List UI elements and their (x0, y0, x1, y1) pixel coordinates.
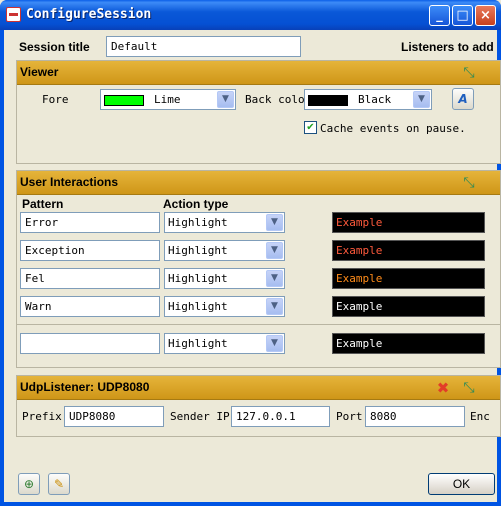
action-type-value: Highlight (168, 300, 228, 313)
chevron-down-icon[interactable]: ▼ (266, 214, 283, 231)
action-type-column-label: Action type (163, 197, 229, 211)
chevron-down-icon[interactable]: ▼ (266, 335, 283, 352)
udp-listener-section-title: UdpListener: UDP8080 (20, 380, 150, 394)
new-pattern-input[interactable] (20, 333, 160, 354)
interactions-section-header[interactable]: User Interactions ⤡ (17, 171, 500, 195)
pattern-input[interactable]: Error (20, 212, 160, 233)
action-type-value: Highlight (168, 216, 228, 229)
action-type-value: Highlight (168, 337, 228, 350)
action-type-combo[interactable]: Highlight ▼ (164, 212, 285, 233)
interactions-section-title: User Interactions (20, 175, 119, 189)
viewer-section-title: Viewer (20, 65, 59, 79)
action-type-combo[interactable]: Highlight ▼ (164, 268, 285, 289)
chevron-down-icon[interactable]: ▼ (413, 91, 430, 108)
close-button[interactable]: × (475, 5, 496, 26)
port-input[interactable]: 8080 (365, 406, 465, 427)
back-color-label: Back color (245, 93, 312, 106)
session-title-label: Session title (19, 40, 90, 54)
fore-color-combo[interactable]: Lime ▼ (100, 89, 236, 110)
pattern-column-label: Pattern (22, 197, 64, 211)
add-listener-icon[interactable]: ⊕ (18, 473, 40, 495)
pattern-input[interactable]: Fel (20, 268, 160, 289)
viewer-section: Viewer ⤡ (16, 60, 501, 164)
sender-ip-input[interactable]: 127.0.0.1 (231, 406, 330, 427)
cache-events-label: Cache events on pause. (320, 122, 466, 135)
window-title: ConfigureSession (26, 7, 152, 22)
action-type-value: Highlight (168, 272, 228, 285)
fore-color-swatch (104, 94, 144, 106)
collapse-icon[interactable]: ⤡ (461, 380, 477, 396)
action-type-combo[interactable]: Highlight ▼ (164, 296, 285, 317)
action-type-value: Highlight (168, 244, 228, 257)
title-bar[interactable]: ConfigureSession _ □ × (0, 0, 501, 30)
app-icon (6, 7, 21, 22)
example-preview: Example (332, 296, 485, 317)
remove-icon[interactable]: ✖ (435, 380, 451, 396)
prefix-label: Prefix (22, 410, 62, 423)
chevron-down-icon[interactable]: ▼ (266, 270, 283, 287)
fore-color-value: Lime (154, 93, 181, 106)
dialog-window: ConfigureSession _ □ × Session title Def… (0, 0, 501, 506)
ok-button[interactable]: OK (428, 473, 495, 495)
maximize-button[interactable]: □ (452, 5, 473, 26)
font-icon[interactable]: A (452, 88, 474, 110)
chevron-down-icon[interactable]: ▼ (217, 91, 234, 108)
fore-color-label: Fore (42, 93, 69, 106)
back-color-swatch (308, 94, 348, 106)
cache-events-checkbox[interactable]: ✔ (304, 121, 317, 134)
sender-ip-label: Sender IP (170, 410, 230, 423)
example-preview: Example (332, 268, 485, 289)
example-preview: Example (332, 240, 485, 261)
chevron-down-icon[interactable]: ▼ (266, 298, 283, 315)
back-color-combo[interactable]: Black ▼ (304, 89, 432, 110)
new-example-preview: Example (332, 333, 485, 354)
back-color-value: Black (358, 93, 392, 106)
encoding-label: Enc (470, 410, 490, 423)
port-label: Port (336, 410, 363, 423)
action-type-combo[interactable]: Highlight ▼ (164, 240, 285, 261)
listeners-to-add-label: Listeners to add (401, 40, 494, 54)
minimize-button[interactable]: _ (429, 5, 450, 26)
chevron-down-icon[interactable]: ▼ (266, 242, 283, 259)
pattern-input[interactable]: Exception (20, 240, 160, 261)
row-divider (17, 324, 501, 325)
collapse-icon[interactable]: ⤡ (461, 175, 477, 191)
pattern-input[interactable]: Warn (20, 296, 160, 317)
session-title-input[interactable]: Default (106, 36, 301, 57)
new-action-type-combo[interactable]: Highlight ▼ (164, 333, 285, 354)
udp-listener-section-header[interactable]: UdpListener: UDP8080 ✖ ⤡ (17, 376, 500, 400)
viewer-section-header[interactable]: Viewer ⤡ (17, 61, 500, 85)
open-config-icon[interactable]: ✎ (48, 473, 70, 495)
collapse-icon[interactable]: ⤡ (461, 65, 477, 81)
prefix-input[interactable]: UDP8080 (64, 406, 164, 427)
example-preview: Example (332, 212, 485, 233)
